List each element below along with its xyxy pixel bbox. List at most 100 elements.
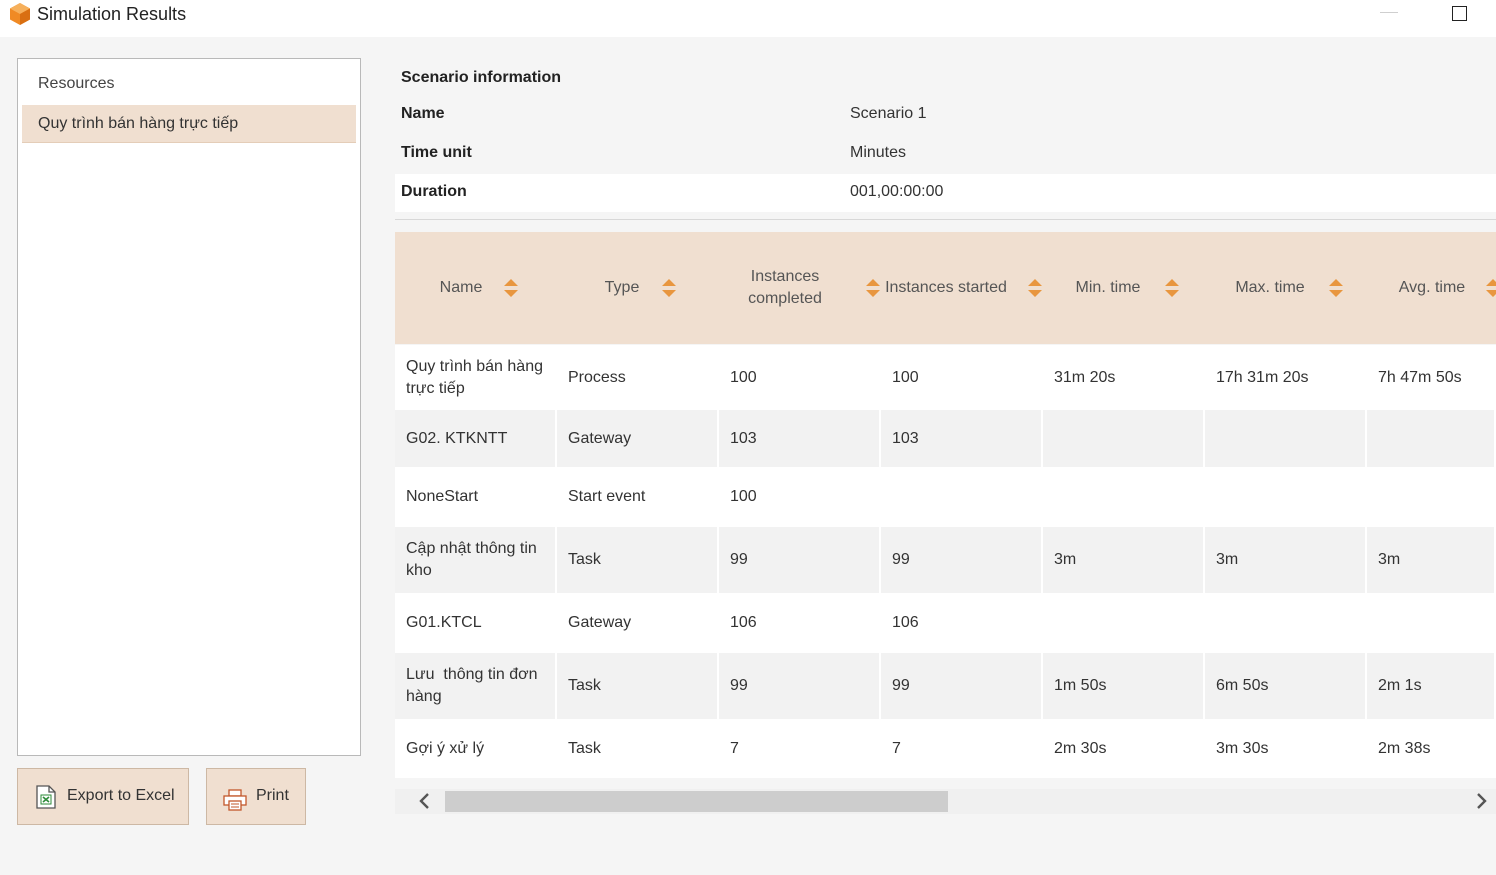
cell-min-time <box>1043 593 1205 653</box>
cell-name: Cập nhật thông tin kho <box>395 527 557 593</box>
scenario-value: Scenario 1 <box>850 105 927 122</box>
cell-instances-completed: 103 <box>719 410 881 467</box>
column-label: Max. time <box>1235 279 1305 296</box>
column-label: Instances completed <box>748 268 822 307</box>
app-cube-icon <box>10 3 30 25</box>
cell-type: Process <box>568 368 626 386</box>
sort-icon[interactable] <box>1164 278 1180 298</box>
results-table-header: Name Type Instances completed Instances … <box>395 232 1496 344</box>
scenario-key: Duration <box>401 183 467 200</box>
cell-min-time: 1m 50s <box>1043 653 1205 719</box>
cell-instances-started: 103 <box>881 410 1043 467</box>
cell-name: Lưu thông tin đơn hàng <box>395 653 557 719</box>
cell-type: Start event <box>568 488 646 505</box>
scrollbar-thumb[interactable] <box>445 791 948 812</box>
column-header-name[interactable]: Name <box>395 232 557 344</box>
cell-type: Gateway <box>568 614 632 631</box>
scenario-row-duration: Duration 001,00:00:00 <box>395 174 1496 212</box>
sort-icon[interactable] <box>661 278 677 298</box>
cell-instances-completed: 106 <box>730 614 757 631</box>
scenario-row-time-unit: Time unit Minutes <box>395 135 1496 173</box>
table-row[interactable]: Gợi ý xử lý Task 7 7 2m 30s 3m 30s 2m 38… <box>395 719 1496 778</box>
cell-instances-started: 7 <box>892 739 901 757</box>
sort-icon[interactable] <box>1328 278 1344 298</box>
results-table-body: Quy trình bán hàng trực tiếp Process 100… <box>395 345 1496 778</box>
window-title: Simulation Results <box>37 4 187 24</box>
horizontal-scrollbar[interactable] <box>395 789 1496 814</box>
column-header-instances-completed[interactable]: Instances completed <box>719 232 881 344</box>
sort-icon[interactable] <box>1485 278 1496 298</box>
export-to-excel-button[interactable]: Export to Excel <box>17 768 189 825</box>
table-row[interactable]: G01.KTCL Gateway 106 106 <box>395 593 1496 653</box>
cell-avg-time: 3m <box>1367 527 1496 593</box>
cell-min-time: 3m <box>1043 527 1205 593</box>
cell-min-time: 31m 20s <box>1054 368 1116 386</box>
cell-instances-started <box>881 467 1043 527</box>
maximize-icon[interactable] <box>1452 6 1467 21</box>
cell-avg-time: 2m 1s <box>1367 653 1496 719</box>
cell-max-time <box>1205 467 1367 527</box>
excel-file-icon <box>36 785 56 809</box>
scenario-key: Name <box>401 105 445 122</box>
cell-instances-completed: 99 <box>719 653 881 719</box>
column-header-min-time[interactable]: Min. time <box>1043 232 1205 344</box>
minimize-icon[interactable] <box>1380 12 1398 13</box>
scenario-value: Minutes <box>850 144 907 161</box>
scenario-title: Scenario information <box>401 69 562 86</box>
cell-type: Task <box>557 653 719 719</box>
cell-max-time <box>1205 593 1367 653</box>
sort-icon[interactable] <box>1027 278 1043 298</box>
cell-instances-started: 100 <box>892 368 919 386</box>
print-button[interactable]: Print <box>206 768 306 825</box>
table-row[interactable]: NoneStart Start event 100 <box>395 467 1496 527</box>
resources-panel: Resources Quy trình bán hàng trực tiếp <box>17 58 361 756</box>
printer-icon <box>223 789 247 811</box>
cell-type: Gateway <box>557 410 719 467</box>
cell-type: Task <box>557 527 719 593</box>
column-label: Min. time <box>1075 279 1141 296</box>
scenario-row-name: Name Scenario 1 <box>395 96 1496 134</box>
cell-max-time: 3m <box>1205 527 1367 593</box>
cell-instances-completed: 99 <box>719 527 881 593</box>
column-header-avg-time[interactable]: Avg. time <box>1367 232 1496 344</box>
cell-avg-time: 2m 38s <box>1378 739 1431 757</box>
scenario-key: Time unit <box>401 144 472 161</box>
cell-max-time: 6m 50s <box>1205 653 1367 719</box>
cell-name: G02. KTKNTT <box>395 410 557 467</box>
column-header-max-time[interactable]: Max. time <box>1205 232 1367 344</box>
cell-name: G01.KTCL <box>406 614 482 631</box>
cell-min-time: 2m 30s <box>1054 739 1107 757</box>
cell-avg-time: 7h 47m 50s <box>1378 368 1462 386</box>
cell-instances-completed: 100 <box>730 488 757 505</box>
cell-instances-started: 106 <box>892 614 919 631</box>
cell-type: Task <box>568 739 601 757</box>
cell-avg-time <box>1367 593 1496 653</box>
cell-name: Gợi ý xử lý <box>406 739 485 757</box>
scroll-right-icon[interactable] <box>1475 792 1489 810</box>
print-button-label: Print <box>256 787 289 804</box>
cell-max-time <box>1205 410 1367 467</box>
table-row[interactable]: Lưu thông tin đơn hàng Task 99 99 1m 50s… <box>395 653 1496 719</box>
cell-min-time <box>1043 410 1205 467</box>
column-header-type[interactable]: Type <box>557 232 719 344</box>
scroll-left-icon[interactable] <box>417 792 431 810</box>
export-button-label: Export to Excel <box>67 787 175 804</box>
table-row[interactable]: G02. KTKNTT Gateway 103 103 <box>395 410 1496 467</box>
table-row[interactable]: Quy trình bán hàng trực tiếp Process 100… <box>395 345 1496 410</box>
table-row[interactable]: Cập nhật thông tin kho Task 99 99 3m 3m … <box>395 527 1496 593</box>
divider <box>395 219 1496 220</box>
title-bar: Simulation Results <box>0 0 1496 37</box>
cell-instances-started: 99 <box>881 653 1043 719</box>
column-header-instances-started[interactable]: Instances started <box>881 232 1043 344</box>
cell-instances-started: 99 <box>881 527 1043 593</box>
cell-avg-time <box>1367 467 1496 527</box>
resource-item-process[interactable]: Quy trình bán hàng trực tiếp <box>22 105 356 143</box>
sort-icon[interactable] <box>503 278 519 298</box>
scenario-value: 001,00:00:00 <box>850 183 944 200</box>
cell-max-time: 3m 30s <box>1216 739 1269 757</box>
sort-icon[interactable] <box>865 278 881 298</box>
cell-name: NoneStart <box>406 488 479 505</box>
column-label: Instances started <box>885 279 1007 296</box>
cell-min-time <box>1043 467 1205 527</box>
column-label: Avg. time <box>1398 279 1466 296</box>
